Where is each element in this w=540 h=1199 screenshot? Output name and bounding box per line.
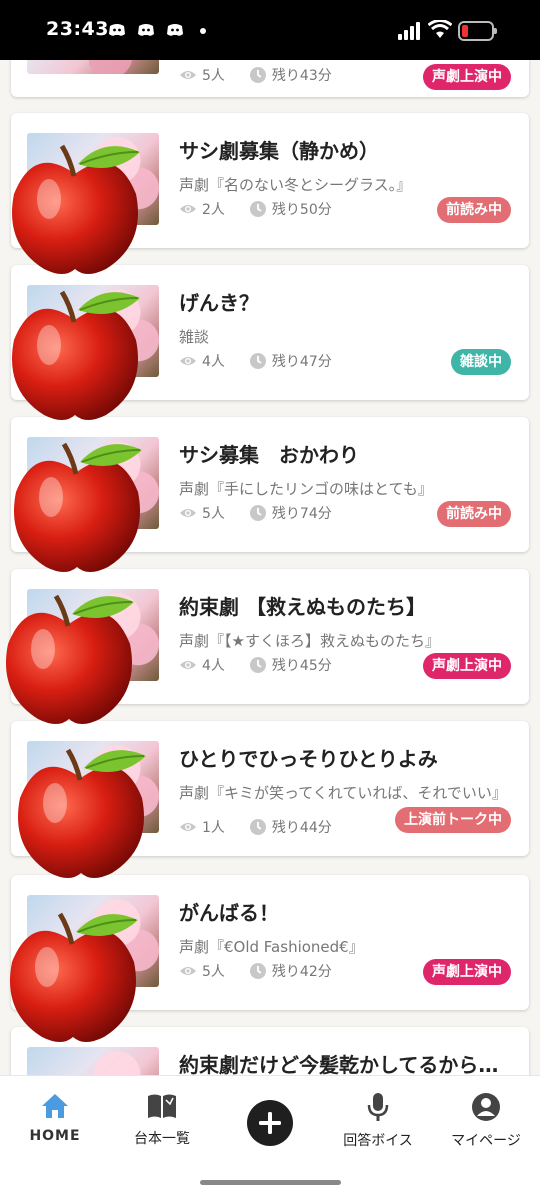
room-title: サシ劇募集（静かめ） bbox=[179, 139, 379, 163]
eye-icon bbox=[180, 357, 196, 365]
status-time: 23:43 bbox=[46, 18, 109, 40]
room-list[interactable]: 5人 残り43分 声劇上演中 サシ劇募集（静かめ） 声劇『名のない冬とシーグラス… bbox=[0, 60, 540, 1075]
room-thumbnail bbox=[27, 437, 159, 529]
nav-scripts-label: 台本一覧 bbox=[134, 1131, 190, 1147]
nav-answer-voice[interactable]: 回答ボイス bbox=[334, 1092, 422, 1150]
nav-answer-voice-label: 回答ボイス bbox=[343, 1133, 413, 1149]
nav-mypage[interactable]: マイページ bbox=[442, 1092, 530, 1150]
room-card[interactable]: 約束劇だけど今髪乾かしてるから… bbox=[11, 1027, 529, 1075]
room-meta: 1人 残り44分 bbox=[179, 817, 332, 837]
discord-notification-icon bbox=[109, 24, 125, 36]
clock-icon bbox=[249, 67, 266, 83]
eye-icon bbox=[180, 205, 196, 213]
clock-icon bbox=[249, 201, 266, 217]
room-title: 約束劇だけど今髪乾かしてるから… bbox=[179, 1053, 499, 1075]
clock-icon bbox=[249, 963, 266, 979]
room-title: 約束劇 【救えぬものたち】 bbox=[179, 595, 426, 619]
eye-icon bbox=[180, 661, 196, 669]
wifi-icon bbox=[428, 20, 452, 38]
cellular-signal-icon bbox=[398, 22, 420, 40]
eye-icon bbox=[180, 509, 196, 517]
room-card[interactable]: 5人 残り43分 声劇上演中 bbox=[11, 60, 529, 97]
room-subtitle: 声劇『名のない冬とシーグラス。』 bbox=[179, 176, 412, 194]
listener-count: 5人 bbox=[202, 964, 225, 980]
listener-count: 5人 bbox=[202, 506, 225, 522]
room-thumbnail bbox=[27, 741, 159, 833]
clock-icon bbox=[249, 505, 266, 521]
room-status-badge: 前読み中 bbox=[437, 197, 511, 223]
discord-notification-icon bbox=[138, 24, 154, 36]
listener-count: 5人 bbox=[202, 68, 225, 84]
room-card[interactable]: サシ劇募集（静かめ） 声劇『名のない冬とシーグラス。』 2人 残り50分 前読み… bbox=[11, 113, 529, 248]
mic-icon bbox=[367, 1093, 389, 1121]
remaining-time: 残り74分 bbox=[271, 506, 332, 522]
room-subtitle: 声劇『【★すくほろ】救えぬものたち』 bbox=[179, 632, 440, 650]
eye-icon bbox=[180, 71, 196, 79]
listener-count: 4人 bbox=[202, 354, 225, 370]
room-status-badge: 声劇上演中 bbox=[423, 653, 511, 679]
room-meta: 5人 残り42分 bbox=[179, 961, 332, 981]
book-icon bbox=[148, 1094, 176, 1118]
room-status-badge: 声劇上演中 bbox=[423, 64, 511, 90]
room-title: げんき？ bbox=[179, 291, 259, 315]
room-subtitle: 雑談 bbox=[179, 328, 210, 346]
listener-count: 2人 bbox=[202, 202, 225, 218]
room-card[interactable]: 約束劇 【救えぬものたち】 声劇『【★すくほろ】救えぬものたち』 4人 残り45… bbox=[11, 569, 529, 704]
listener-count: 1人 bbox=[202, 820, 225, 836]
room-title: サシ募集 おかわり bbox=[179, 443, 359, 467]
room-thumbnail bbox=[27, 285, 159, 377]
discord-notification-icon bbox=[167, 24, 183, 36]
room-subtitle: 声劇『手にしたリンゴの味はとても』 bbox=[179, 480, 433, 498]
listener-count: 4人 bbox=[202, 658, 225, 674]
remaining-time: 残り50分 bbox=[271, 202, 332, 218]
eye-icon bbox=[180, 967, 196, 975]
room-card[interactable]: サシ募集 おかわり 声劇『手にしたリンゴの味はとても』 5人 残り74分 前読み… bbox=[11, 417, 529, 552]
room-card[interactable]: ひとりでひっそりひとりよみ 声劇『キミが笑ってくれていれば、それでいい』 1人 … bbox=[11, 721, 529, 856]
home-icon bbox=[42, 1094, 68, 1118]
room-card[interactable]: がんばる！ 声劇『€Old Fashioned€』 5人 残り42分 声劇上演中 bbox=[11, 875, 529, 1010]
room-thumbnail bbox=[27, 1047, 159, 1075]
remaining-time: 残り43分 bbox=[271, 68, 332, 84]
plus-icon bbox=[259, 1112, 281, 1134]
nav-scripts[interactable]: 台本一覧 bbox=[126, 1092, 198, 1148]
room-thumbnail bbox=[27, 133, 159, 225]
room-thumbnail bbox=[27, 895, 159, 987]
battery-icon bbox=[458, 21, 497, 41]
status-bar: 23:43 bbox=[0, 0, 540, 60]
room-status-badge: 雑談中 bbox=[451, 349, 511, 375]
eye-icon bbox=[180, 823, 196, 831]
clock-icon bbox=[249, 657, 266, 673]
room-thumbnail bbox=[27, 589, 159, 681]
room-meta: 4人 残り45分 bbox=[179, 655, 332, 675]
home-indicator[interactable] bbox=[200, 1180, 341, 1185]
room-status-badge: 上演前トーク中 bbox=[395, 807, 511, 833]
room-status-badge: 前読み中 bbox=[437, 501, 511, 527]
room-meta: 5人 残り43分 bbox=[179, 65, 332, 85]
room-title: ひとりでひっそりひとりよみ bbox=[179, 747, 438, 771]
room-meta: 4人 残り47分 bbox=[179, 351, 332, 371]
room-meta: 5人 残り74分 bbox=[179, 503, 332, 523]
clock-icon bbox=[249, 819, 266, 835]
room-thumbnail bbox=[27, 60, 159, 74]
remaining-time: 残り47分 bbox=[271, 354, 332, 370]
nav-mypage-label: マイページ bbox=[451, 1133, 521, 1149]
remaining-time: 残り45分 bbox=[271, 658, 332, 674]
nav-home[interactable]: HOME bbox=[26, 1092, 84, 1144]
create-room-button[interactable] bbox=[247, 1100, 293, 1146]
remaining-time: 残り44分 bbox=[271, 820, 332, 836]
room-subtitle: 声劇『キミが笑ってくれていれば、それでいい』 bbox=[179, 784, 507, 802]
room-meta: 2人 残り50分 bbox=[179, 199, 332, 219]
room-title: がんばる！ bbox=[179, 901, 279, 925]
account-icon bbox=[472, 1093, 500, 1121]
nav-home-label: HOME bbox=[29, 1128, 81, 1144]
more-notifications-dot bbox=[200, 28, 206, 34]
clock-icon bbox=[249, 353, 266, 369]
room-subtitle: 声劇『€Old Fashioned€』 bbox=[179, 938, 364, 956]
room-status-badge: 声劇上演中 bbox=[423, 959, 511, 985]
remaining-time: 残り42分 bbox=[271, 964, 332, 980]
room-card[interactable]: げんき？ 雑談 4人 残り47分 雑談中 bbox=[11, 265, 529, 400]
